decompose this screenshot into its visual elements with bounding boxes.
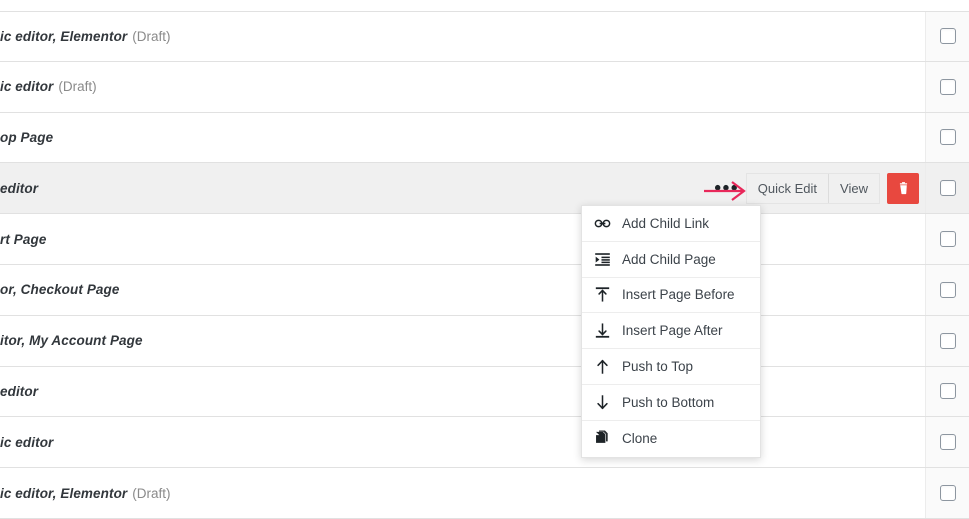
row-select-cell (925, 315, 969, 366)
row-title-text[interactable]: ic editor, Elementor (0, 486, 127, 501)
row-select-cell (925, 366, 969, 417)
table-row[interactable]: op Page (0, 112, 969, 164)
table-row[interactable]: editor ••• Quick Edit View (0, 163, 969, 215)
row-select-cell (925, 265, 969, 315)
arrow-up-to-bar-icon (593, 286, 612, 304)
row-title-text[interactable]: rt Page (0, 232, 46, 247)
table-row[interactable]: or, Checkout Page (0, 265, 969, 316)
row-title-cell: rt Page (0, 214, 925, 264)
row-title-text[interactable]: op Page (0, 130, 53, 145)
link-icon (593, 214, 612, 232)
menu-item-label: Insert Page After (622, 323, 723, 339)
delete-button[interactable] (887, 172, 919, 204)
menu-item-label: Insert Page Before (622, 287, 735, 303)
row-select-checkbox[interactable] (939, 78, 956, 95)
table-row[interactable]: itor, My Account Page (0, 315, 969, 367)
row-select-checkbox[interactable] (939, 129, 956, 146)
row-title-text[interactable]: ic editor (0, 79, 53, 94)
table-row[interactable]: ic editor (Draft) (0, 61, 969, 113)
indent-page-icon (593, 250, 612, 268)
row-select-cell (925, 163, 969, 214)
row-title-text[interactable]: or, Checkout Page (0, 282, 119, 297)
row-select-checkbox[interactable] (939, 434, 956, 451)
row-status-badge: (Draft) (132, 485, 171, 501)
menu-item-add-child-page[interactable]: Add Child Page (582, 241, 760, 278)
row-title-text[interactable]: ic editor, Elementor (0, 29, 127, 44)
row-title-cell: or, Checkout Page (0, 265, 925, 315)
copy-icon (593, 430, 612, 448)
row-title-cell: ic editor, Elementor (Draft) (0, 12, 925, 61)
table-row[interactable]: editor (0, 366, 969, 418)
arrow-down-icon (593, 393, 612, 411)
table-row[interactable]: rt Page (0, 214, 969, 265)
menu-item-push-to-bottom[interactable]: Push to Bottom (582, 384, 760, 421)
row-select-cell (925, 214, 969, 264)
menu-item-push-to-top[interactable]: Push to Top (582, 349, 760, 385)
row-title-text[interactable]: editor (0, 181, 38, 196)
menu-item-insert-page-before[interactable]: Insert Page Before (582, 277, 760, 314)
row-title-cell: editor (0, 367, 925, 417)
table-row[interactable]: ic editor, Elementor (Draft) (0, 11, 969, 62)
row-title-cell: ic editor (Draft) (0, 62, 925, 112)
row-select-checkbox[interactable] (939, 332, 956, 349)
view-button[interactable]: View (828, 173, 879, 203)
table-row[interactable]: ic editor, Elementor (Draft) (0, 468, 969, 519)
row-select-cell (925, 417, 969, 468)
row-title-cell: op Page (0, 113, 925, 163)
more-actions-ellipsis-button[interactable]: ••• (714, 175, 740, 201)
menu-item-label: Add Child Page (622, 251, 716, 267)
row-title-cell: ic editor (0, 417, 925, 467)
row-select-cell (925, 112, 969, 163)
menu-item-insert-page-after[interactable]: Insert Page After (582, 313, 760, 350)
row-select-cell (925, 12, 969, 61)
trash-icon (899, 181, 907, 194)
row-actions-context-menu[interactable]: Add Child Link Add Child Page Insert Page … (581, 205, 761, 458)
row-status-badge: (Draft) (58, 79, 97, 95)
menu-item-clone[interactable]: Clone (582, 420, 760, 457)
row-select-checkbox[interactable] (939, 28, 956, 45)
row-status-badge: (Draft) (132, 28, 171, 44)
arrow-up-icon (593, 358, 612, 376)
row-select-checkbox[interactable] (939, 180, 956, 197)
menu-item-label: Add Child Link (622, 215, 710, 231)
row-action-button-group: Quick Edit View (745, 172, 880, 204)
menu-item-label: Push to Bottom (622, 394, 715, 410)
row-title-text[interactable]: editor (0, 384, 38, 399)
table-row[interactable]: ic editor (0, 417, 969, 469)
arrow-down-to-bar-icon (593, 322, 612, 340)
row-title-cell: ic editor, Elementor (Draft) (0, 468, 925, 518)
menu-item-label: Push to Top (622, 359, 694, 375)
row-select-cell (925, 61, 969, 112)
row-select-checkbox[interactable] (939, 231, 956, 248)
row-title-cell: itor, My Account Page (0, 316, 925, 366)
row-select-checkbox[interactable] (939, 281, 956, 298)
row-select-checkbox[interactable] (939, 485, 956, 502)
row-title-text[interactable]: ic editor (0, 435, 53, 450)
quick-edit-button[interactable]: Quick Edit (746, 173, 829, 203)
row-select-checkbox[interactable] (939, 383, 956, 400)
menu-item-label: Clone (622, 431, 658, 447)
row-select-cell (925, 468, 969, 518)
row-title-text[interactable]: itor, My Account Page (0, 333, 143, 348)
menu-item-add-child-link[interactable]: Add Child Link (582, 206, 760, 242)
